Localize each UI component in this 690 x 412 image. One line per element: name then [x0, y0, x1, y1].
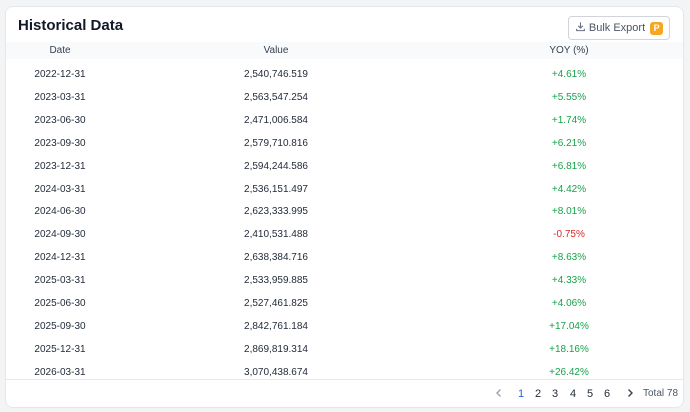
row-yoy: +8.63%: [551, 252, 587, 264]
row-value: 2,533,959.885: [244, 275, 308, 287]
row-date: 2025-09-30: [34, 320, 86, 332]
row-yoy: -0.75%: [553, 229, 585, 241]
table-row: 2024-03-31 2,536,151.497 +4.42%: [6, 178, 683, 201]
row-value: 2,842,761.184: [244, 320, 308, 332]
row-yoy: +4.06%: [551, 298, 587, 309]
page-3-button[interactable]: 3: [552, 388, 558, 400]
row-yoy: +4.33%: [551, 275, 587, 287]
row-yoy: +26.42%: [549, 366, 589, 378]
page-2-button[interactable]: 2: [535, 388, 541, 400]
bulk-export-button[interactable]: Bulk Export P: [568, 16, 670, 40]
row-yoy: +4.42%: [551, 183, 587, 195]
row-value: 2,594,244.586: [244, 160, 308, 172]
row-date: 2024-12-31: [34, 252, 86, 264]
page-1-button[interactable]: 1: [518, 388, 524, 400]
row-date: 2023-12-31: [34, 160, 86, 172]
row-yoy: +5.55%: [551, 91, 587, 103]
table-row: 2024-06-30 2,623,333.995 +8.01%: [6, 200, 683, 223]
table-row: 2023-03-31 2,563,547.254 +5.55%: [6, 86, 683, 109]
row-yoy: +18.16%: [549, 343, 589, 355]
table-row: 2025-03-31 2,533,959.885 +4.33%: [6, 269, 683, 292]
chevron-right-icon: [625, 385, 635, 403]
row-date: 2022-12-31: [34, 69, 86, 80]
table-row: 2022-12-31 2,540,746.519 +4.61%: [6, 63, 683, 86]
row-value: 2,536,151.497: [244, 183, 308, 195]
table-row: 2025-09-30 2,842,761.184 +17.04%: [6, 315, 683, 338]
historical-data-card: Historical Data Bulk Export P Date Value…: [5, 6, 684, 408]
row-value: 2,540,746.519: [244, 69, 308, 80]
row-date: 2024-06-30: [34, 206, 86, 218]
row-yoy: +4.61%: [551, 69, 587, 80]
row-date: 2026-03-31: [34, 366, 86, 378]
row-value: 2,471,006.584: [244, 114, 308, 126]
row-yoy: +6.21%: [551, 137, 587, 149]
row-value: 2,638,384.716: [244, 252, 308, 264]
chevron-left-icon: [494, 385, 504, 403]
row-date: 2023-09-30: [34, 137, 86, 149]
row-value: 2,410,531.488: [244, 229, 308, 241]
row-value: 2,579,710.816: [244, 137, 308, 149]
table-row: 2024-09-30 2,410,531.488 -0.75%: [6, 223, 683, 246]
row-date: 2025-03-31: [34, 275, 86, 287]
row-value: 3,070,438.674: [244, 366, 308, 378]
table-row: 2024-12-31 2,638,384.716 +8.63%: [6, 246, 683, 269]
table-row: 2025-06-30 2,527,461.825 +4.06%: [6, 292, 683, 315]
row-value: 2,869,819.314: [244, 343, 308, 355]
prev-page-button[interactable]: [492, 387, 506, 401]
column-header-yoy: YOY (%): [549, 45, 589, 56]
row-date: 2024-09-30: [34, 229, 86, 241]
row-yoy: +17.04%: [549, 320, 589, 332]
row-date: 2023-03-31: [34, 91, 86, 103]
table-row: 2026-03-31 3,070,438.674 +26.42%: [6, 361, 683, 384]
row-date: 2025-06-30: [34, 298, 86, 309]
card-title: Historical Data: [18, 17, 124, 34]
row-value: 2,623,333.995: [244, 206, 308, 218]
row-yoy: +1.74%: [551, 114, 587, 126]
row-value: 2,563,547.254: [244, 91, 308, 103]
table-footer-divider: [6, 379, 683, 380]
row-date: 2025-12-31: [34, 343, 86, 355]
row-date: 2023-06-30: [34, 114, 86, 126]
table-row: 2025-12-31 2,869,819.314 +18.16%: [6, 338, 683, 361]
pro-badge: P: [650, 21, 664, 35]
table-header: Date Value YOY (%): [6, 42, 683, 59]
page-6-button[interactable]: 6: [604, 388, 610, 400]
table-row: 2023-12-31 2,594,244.586 +6.81%: [6, 155, 683, 178]
row-yoy: +8.01%: [551, 206, 587, 218]
column-header-value: Value: [263, 45, 289, 56]
row-yoy: +6.81%: [551, 160, 587, 172]
next-page-button[interactable]: [623, 387, 637, 401]
page-4-button[interactable]: 4: [570, 388, 576, 400]
table-row: 2023-09-30 2,579,710.816 +6.21%: [6, 132, 683, 155]
bulk-export-label: Bulk Export: [588, 22, 646, 34]
table-row: 2023-06-30 2,471,006.584 +1.74%: [6, 109, 683, 132]
download-icon: [575, 21, 586, 35]
row-value: 2,527,461.825: [244, 298, 308, 309]
page-5-button[interactable]: 5: [587, 388, 593, 400]
total-count: Total 78: [643, 388, 679, 399]
column-header-date: Date: [49, 45, 71, 56]
row-date: 2024-03-31: [34, 183, 86, 195]
